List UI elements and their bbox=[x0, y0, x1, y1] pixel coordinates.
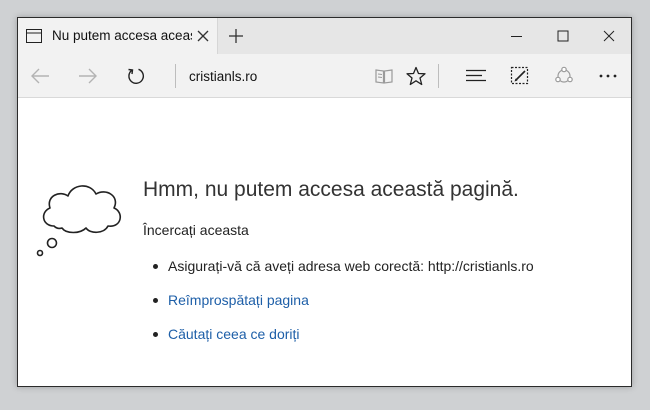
share-button[interactable] bbox=[550, 62, 578, 90]
more-button[interactable] bbox=[594, 62, 622, 90]
share-icon bbox=[555, 66, 573, 83]
reading-view-icon bbox=[375, 69, 393, 84]
favorites-star-icon bbox=[406, 66, 426, 86]
refresh-icon bbox=[128, 68, 145, 84]
page-icon bbox=[26, 29, 42, 43]
forward-button[interactable] bbox=[74, 62, 102, 90]
more-icon bbox=[599, 74, 617, 78]
page-content: Hmm, nu putem accesa această pagină. Înc… bbox=[18, 98, 631, 386]
bullet bbox=[153, 264, 158, 269]
search-link[interactable]: Căutați ceea ce doriți bbox=[168, 326, 300, 342]
web-note-icon bbox=[510, 66, 529, 85]
hub-icon bbox=[466, 69, 486, 82]
favorites-button[interactable] bbox=[402, 62, 430, 90]
browser-window: Nu putem accesa aceas cristianls.ro Hmm,… bbox=[17, 17, 632, 387]
web-note-button[interactable] bbox=[506, 62, 534, 90]
close-button[interactable] bbox=[586, 18, 631, 54]
minimize-button[interactable] bbox=[494, 18, 540, 54]
bullet bbox=[153, 298, 158, 303]
nav-bar bbox=[18, 54, 631, 98]
new-tab-icon[interactable] bbox=[228, 28, 244, 44]
error-subheading: Încercați aceasta bbox=[143, 222, 249, 238]
refresh-button[interactable] bbox=[122, 62, 150, 90]
forward-arrow-icon bbox=[79, 68, 97, 84]
back-arrow-icon bbox=[31, 68, 49, 84]
address-separator bbox=[175, 64, 176, 88]
tools-separator bbox=[438, 64, 439, 88]
tab-title: Nu putem accesa aceas bbox=[52, 28, 192, 43]
tab-current[interactable]: Nu putem accesa aceas bbox=[18, 18, 218, 54]
refresh-page-link[interactable]: Reîmprospătați pagina bbox=[168, 292, 309, 308]
check-address-text: Asigurați-vă că aveți adresa web corectă… bbox=[168, 258, 534, 274]
back-button[interactable] bbox=[26, 62, 54, 90]
reading-view-button[interactable] bbox=[370, 62, 398, 90]
maximize-icon bbox=[557, 30, 569, 42]
close-icon bbox=[603, 30, 615, 42]
maximize-button[interactable] bbox=[540, 18, 586, 54]
error-heading: Hmm, nu putem accesa această pagină. bbox=[143, 178, 519, 201]
tab-close-icon[interactable] bbox=[196, 29, 210, 43]
tab-bar: Nu putem accesa aceas bbox=[18, 18, 631, 54]
thought-cloud-icon bbox=[36, 185, 121, 257]
bullet bbox=[153, 332, 158, 337]
address-input[interactable] bbox=[189, 67, 369, 85]
hub-button[interactable] bbox=[462, 62, 490, 90]
minimize-icon bbox=[511, 36, 522, 37]
